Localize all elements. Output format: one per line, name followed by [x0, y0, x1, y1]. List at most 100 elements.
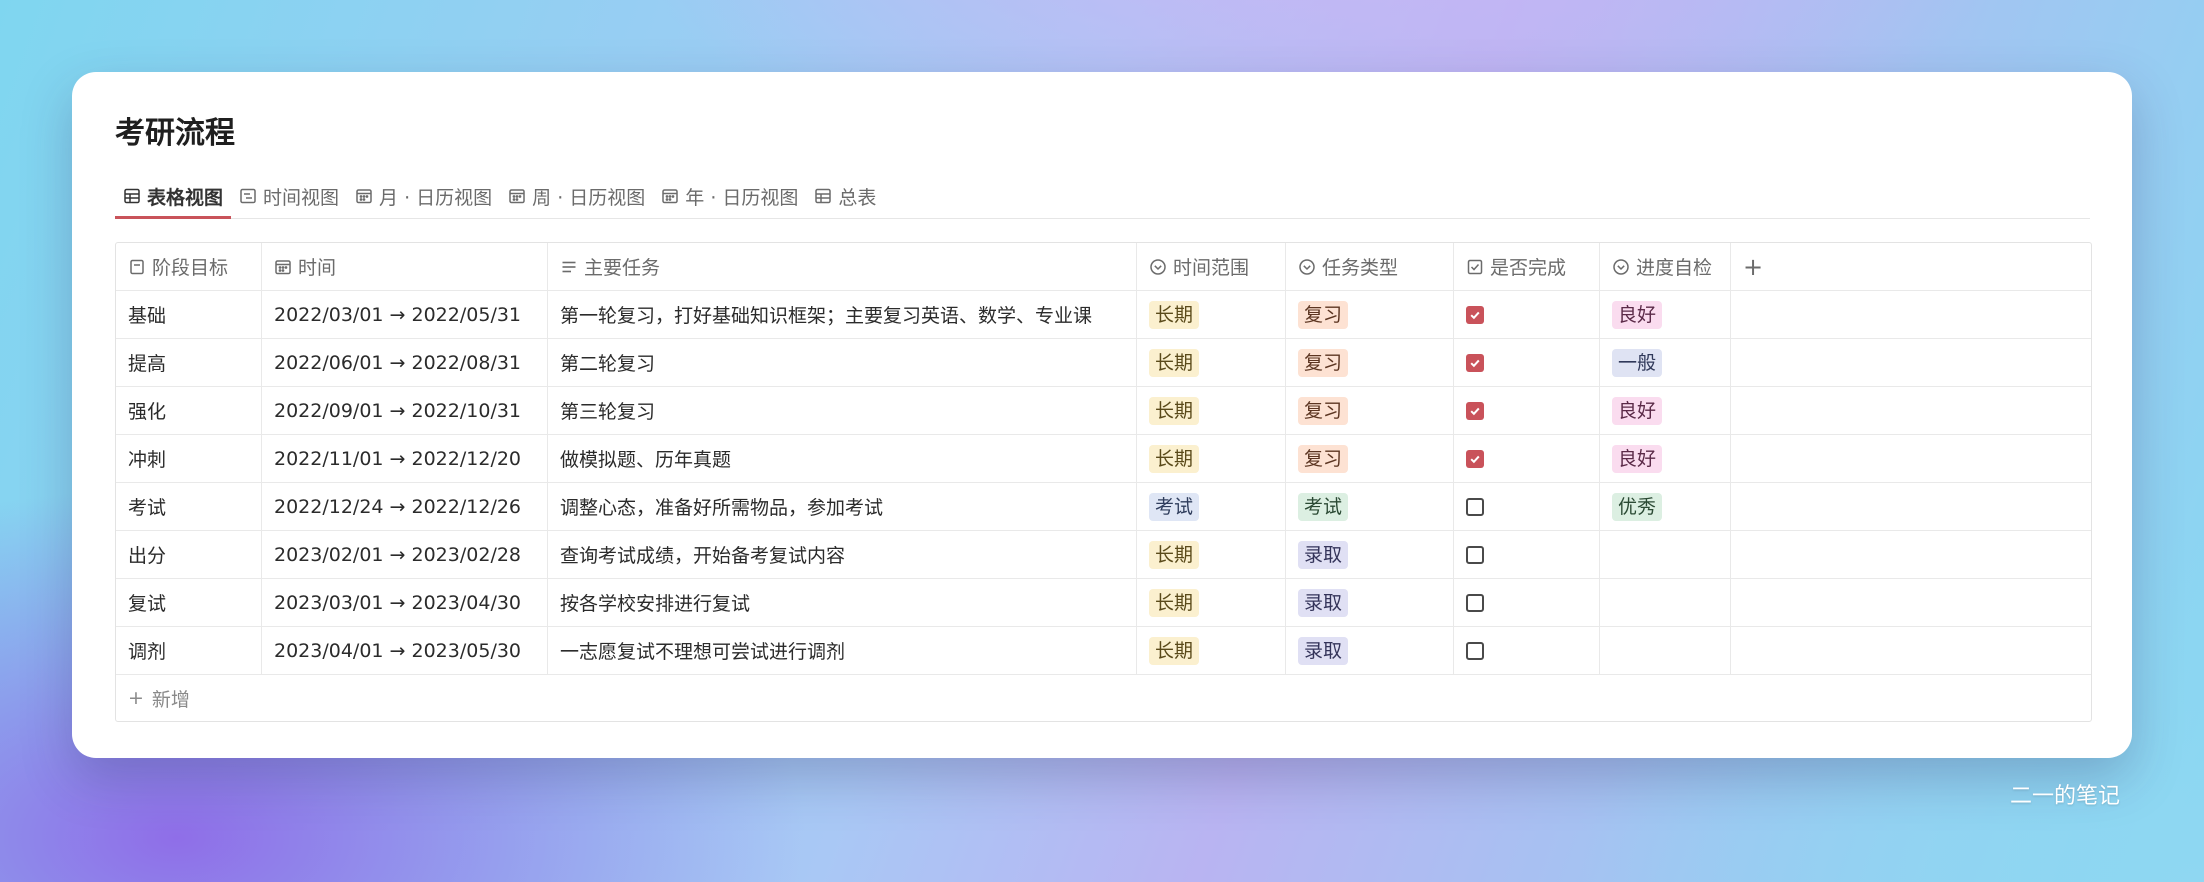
empty-cell[interactable]	[1731, 435, 2089, 482]
column-header[interactable]: 阶段目标	[116, 243, 262, 290]
time-cell[interactable]: 2023/02/01 → 2023/02/28	[262, 531, 548, 578]
table-row[interactable]: 冲刺 2022/11/01 → 2022/12/20 做模拟题、历年真题 长期 复习 良好	[116, 435, 2091, 483]
column-header[interactable]: 进度自检	[1600, 243, 1731, 290]
range-cell[interactable]: 长期	[1137, 531, 1286, 578]
add-row-button[interactable]: + 新增	[116, 675, 2091, 721]
progress-cell[interactable]: 一般	[1600, 339, 1731, 386]
empty-cell[interactable]	[1731, 339, 2089, 386]
stage-cell[interactable]: 冲刺	[116, 435, 262, 482]
select-tag[interactable]: 长期	[1149, 588, 1200, 617]
table-row[interactable]: 复试 2023/03/01 → 2023/04/30 按各学校安排进行复试 长期 录取	[116, 579, 2091, 627]
task-cell[interactable]: 做模拟题、历年真题	[548, 435, 1137, 482]
progress-cell[interactable]	[1600, 579, 1731, 626]
table-row[interactable]: 强化 2022/09/01 → 2022/10/31 第三轮复习 长期 复习 良好	[116, 387, 2091, 435]
task-cell[interactable]: 按各学校安排进行复试	[548, 579, 1137, 626]
type-cell[interactable]: 考试	[1286, 483, 1454, 530]
select-tag[interactable]: 长期	[1149, 540, 1200, 569]
column-header[interactable]: 是否完成	[1454, 243, 1600, 290]
empty-cell[interactable]	[1731, 387, 2089, 434]
time-cell[interactable]: 2022/12/24 → 2022/12/26	[262, 483, 548, 530]
task-cell[interactable]: 一志愿复试不理想可尝试进行调剂	[548, 627, 1137, 674]
task-cell[interactable]: 第二轮复习	[548, 339, 1137, 386]
select-tag[interactable]: 录取	[1298, 636, 1349, 665]
table-row[interactable]: 考试 2022/12/24 → 2022/12/26 调整心态，准备好所需物品，参加…	[116, 483, 2091, 531]
select-tag[interactable]: 长期	[1149, 636, 1200, 665]
table-row[interactable]: 提高 2022/06/01 → 2022/08/31 第二轮复习 长期 复习 一般	[116, 339, 2091, 387]
range-cell[interactable]: 长期	[1137, 627, 1286, 674]
type-cell[interactable]: 复习	[1286, 435, 1454, 482]
type-cell[interactable]: 复习	[1286, 291, 1454, 338]
empty-cell[interactable]	[1731, 531, 2089, 578]
select-tag[interactable]: 复习	[1298, 300, 1349, 329]
progress-cell[interactable]: 良好	[1600, 435, 1731, 482]
column-header[interactable]: 时间范围	[1137, 243, 1286, 290]
done-cell[interactable]	[1454, 579, 1600, 626]
checkbox-checked[interactable]	[1466, 305, 1484, 324]
range-cell[interactable]: 长期	[1137, 387, 1286, 434]
select-tag[interactable]: 考试	[1149, 492, 1200, 521]
range-cell[interactable]: 长期	[1137, 579, 1286, 626]
add-column-button[interactable]: +	[1731, 243, 2089, 290]
checkbox-unchecked[interactable]	[1466, 545, 1484, 564]
time-cell[interactable]: 2023/04/01 → 2023/05/30	[262, 627, 548, 674]
empty-cell[interactable]	[1731, 291, 2089, 338]
task-cell[interactable]: 调整心态，准备好所需物品，参加考试	[548, 483, 1137, 530]
range-cell[interactable]: 长期	[1137, 435, 1286, 482]
progress-cell[interactable]: 良好	[1600, 387, 1731, 434]
time-cell[interactable]: 2022/11/01 → 2022/12/20	[262, 435, 548, 482]
done-cell[interactable]	[1454, 435, 1600, 482]
select-tag[interactable]: 长期	[1149, 348, 1200, 377]
type-cell[interactable]: 录取	[1286, 579, 1454, 626]
task-cell[interactable]: 查询考试成绩，开始备考复试内容	[548, 531, 1137, 578]
time-cell[interactable]: 2023/03/01 → 2023/04/30	[262, 579, 548, 626]
progress-cell[interactable]: 良好	[1600, 291, 1731, 338]
task-cell[interactable]: 第三轮复习	[548, 387, 1137, 434]
type-cell[interactable]: 复习	[1286, 387, 1454, 434]
stage-cell[interactable]: 复试	[116, 579, 262, 626]
select-tag[interactable]: 一般	[1612, 348, 1663, 377]
stage-cell[interactable]: 考试	[116, 483, 262, 530]
stage-cell[interactable]: 基础	[116, 291, 262, 338]
tab-5[interactable]: 总表	[806, 174, 884, 218]
select-tag[interactable]: 考试	[1298, 492, 1349, 521]
progress-cell[interactable]: 优秀	[1600, 483, 1731, 530]
done-cell[interactable]	[1454, 531, 1600, 578]
done-cell[interactable]	[1454, 291, 1600, 338]
checkbox-checked[interactable]	[1466, 353, 1484, 372]
empty-cell[interactable]	[1731, 579, 2089, 626]
checkbox-checked[interactable]	[1466, 449, 1484, 468]
done-cell[interactable]	[1454, 483, 1600, 530]
progress-cell[interactable]	[1600, 531, 1731, 578]
stage-cell[interactable]: 出分	[116, 531, 262, 578]
time-cell[interactable]: 2022/06/01 → 2022/08/31	[262, 339, 548, 386]
range-cell[interactable]: 长期	[1137, 339, 1286, 386]
select-tag[interactable]: 长期	[1149, 396, 1200, 425]
column-header[interactable]: 时间	[262, 243, 548, 290]
stage-cell[interactable]: 强化	[116, 387, 262, 434]
select-tag[interactable]: 复习	[1298, 444, 1349, 473]
table-row[interactable]: 基础 2022/03/01 → 2022/05/31 第一轮复习，打好基础知识框架；…	[116, 291, 2091, 339]
tab-3[interactable]: 周 · 日历视图	[500, 174, 653, 218]
time-cell[interactable]: 2022/09/01 → 2022/10/31	[262, 387, 548, 434]
select-tag[interactable]: 长期	[1149, 300, 1200, 329]
done-cell[interactable]	[1454, 339, 1600, 386]
empty-cell[interactable]	[1731, 483, 2089, 530]
stage-cell[interactable]: 提高	[116, 339, 262, 386]
table-row[interactable]: 出分 2023/02/01 → 2023/02/28 查询考试成绩，开始备考复试内容…	[116, 531, 2091, 579]
checkbox-unchecked[interactable]	[1466, 497, 1484, 516]
select-tag[interactable]: 良好	[1612, 444, 1663, 473]
done-cell[interactable]	[1454, 387, 1600, 434]
tab-4[interactable]: 年 · 日历视图	[653, 174, 806, 218]
select-tag[interactable]: 复习	[1298, 396, 1349, 425]
select-tag[interactable]: 复习	[1298, 348, 1349, 377]
column-header[interactable]: 任务类型	[1286, 243, 1454, 290]
range-cell[interactable]: 考试	[1137, 483, 1286, 530]
table-row[interactable]: 调剂 2023/04/01 → 2023/05/30 一志愿复试不理想可尝试进行调剂…	[116, 627, 2091, 675]
column-header[interactable]: 主要任务	[548, 243, 1137, 290]
time-cell[interactable]: 2022/03/01 → 2022/05/31	[262, 291, 548, 338]
tab-1[interactable]: 时间视图	[231, 174, 347, 218]
stage-cell[interactable]: 调剂	[116, 627, 262, 674]
select-tag[interactable]: 长期	[1149, 444, 1200, 473]
progress-cell[interactable]	[1600, 627, 1731, 674]
task-cell[interactable]: 第一轮复习，打好基础知识框架；主要复习英语、数学、专业课	[548, 291, 1137, 338]
